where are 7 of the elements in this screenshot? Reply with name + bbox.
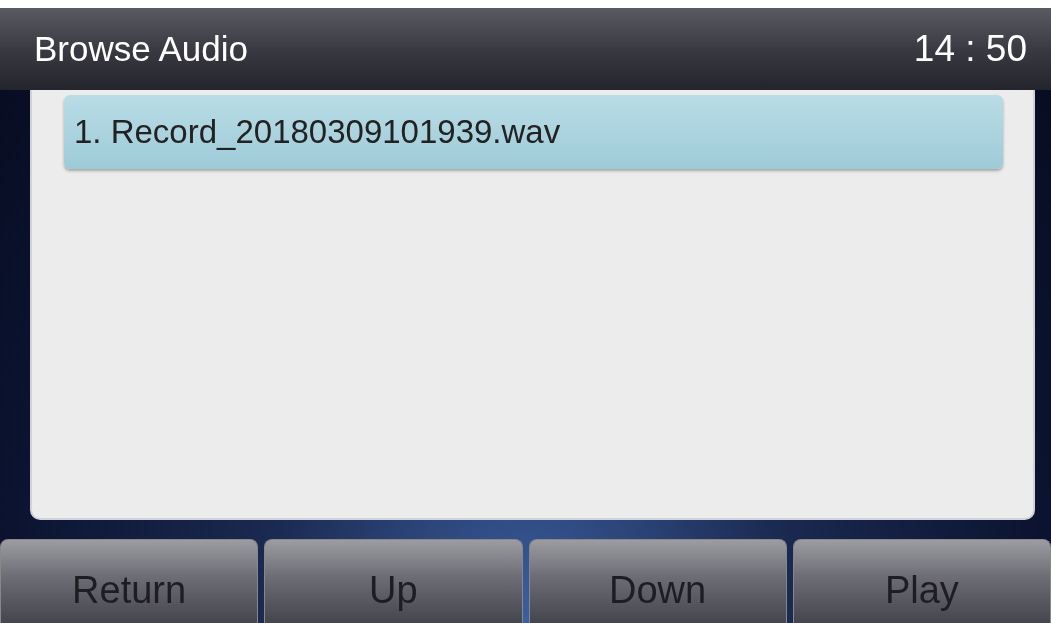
file-list-item[interactable]: 1. Record_20180309101939.wav — [64, 95, 1003, 169]
clock-time: 14 : 50 — [913, 28, 1027, 70]
softkey-button[interactable]: Down — [528, 539, 787, 623]
softkey-button[interactable]: Play — [792, 539, 1051, 623]
screen-title: Browse Audio — [34, 29, 249, 69]
softkey-button[interactable]: Up — [264, 539, 523, 623]
softkey-button[interactable]: Return — [0, 539, 259, 623]
